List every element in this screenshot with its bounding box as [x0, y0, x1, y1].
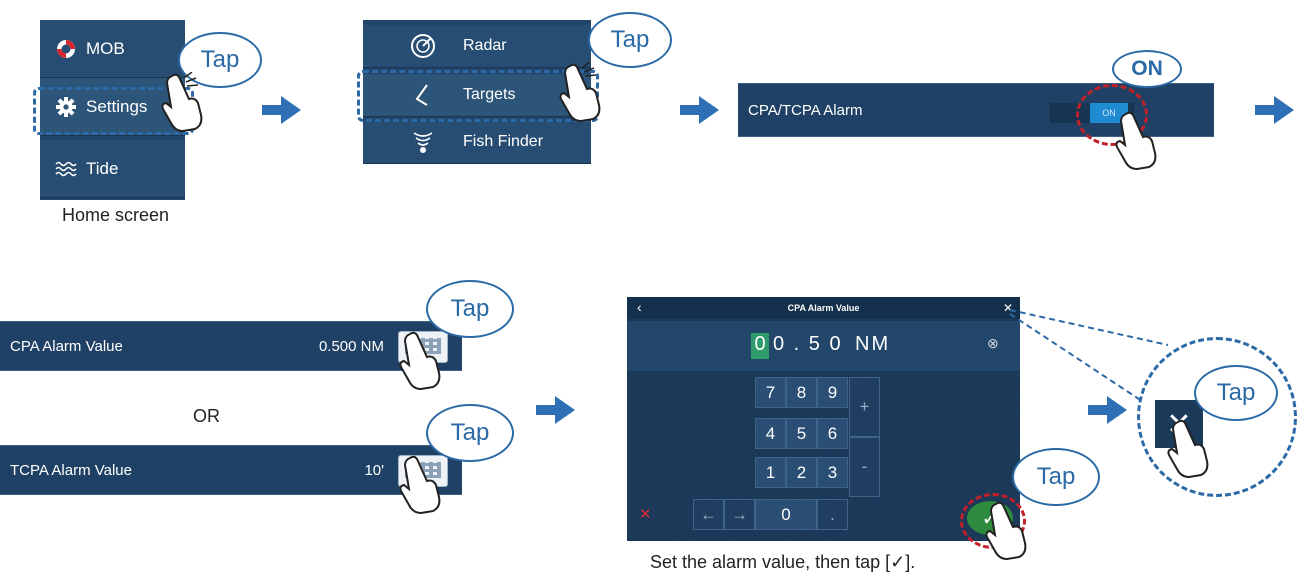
key-left[interactable]: ←	[693, 499, 724, 530]
back-button[interactable]: ‹	[637, 299, 642, 315]
hand-pointer-icon	[1115, 111, 1157, 170]
step-arrow-1	[262, 96, 302, 124]
waves-icon	[54, 157, 78, 181]
tcpa-alarm-value: 10'	[364, 461, 384, 479]
keypad-dialog: CPA Alarm Value ‹ ✕ 0 0 . 5 0 NM ⊗ 7 8 9…	[627, 297, 1020, 541]
step-arrow-5	[1088, 396, 1128, 424]
key-plus[interactable]: +	[849, 377, 880, 437]
step-arrow-4	[536, 396, 576, 424]
clear-entry-icon[interactable]: ⊗	[987, 335, 999, 352]
hand-pointer-icon	[399, 331, 441, 390]
keypad-title-bar: CPA Alarm Value	[627, 297, 1020, 319]
key-6[interactable]: 6	[817, 418, 848, 449]
cpa-tcpa-alarm-label: CPA/TCPA Alarm	[748, 101, 863, 119]
hand-pointer-icon	[559, 62, 601, 122]
key-3[interactable]: 3	[817, 457, 848, 488]
radar-icon	[403, 31, 443, 61]
tcpa-alarm-value-label: TCPA Alarm Value	[10, 461, 132, 479]
mob-button[interactable]: MOB	[40, 20, 185, 78]
key-5[interactable]: 5	[786, 418, 817, 449]
entry-digits: 0 . 5 0	[773, 333, 843, 355]
home-screen-caption: Home screen	[62, 205, 170, 225]
cpa-alarm-value: 0.500 NM	[318, 337, 384, 355]
mob-label: MOB	[86, 38, 125, 58]
tide-button[interactable]: Tide	[40, 140, 185, 198]
key-2[interactable]: 2	[786, 457, 817, 488]
keypad-title: CPA Alarm Value	[787, 303, 860, 313]
key-0[interactable]: 0	[755, 499, 817, 530]
key-1[interactable]: 1	[755, 457, 786, 488]
menu-item-fish-finder-label: Fish Finder	[463, 133, 544, 150]
key-7[interactable]: 7	[755, 377, 786, 408]
cpa-alarm-value-row[interactable]: CPA Alarm Value 0.500 NM	[0, 321, 462, 371]
tide-label: Tide	[86, 158, 119, 178]
step-arrow-2	[680, 96, 720, 124]
entry-cursor-digit: 0	[751, 333, 769, 359]
key-minus[interactable]: -	[849, 437, 880, 497]
bottom-caption: Set the alarm value, then tap [✓].	[650, 552, 916, 572]
hand-pointer-icon	[985, 501, 1027, 560]
menu-item-fish-finder[interactable]: Fish Finder	[363, 121, 591, 164]
tap-callout-2: Tap	[588, 12, 672, 68]
fish-finder-icon	[403, 127, 443, 157]
hand-pointer-icon	[399, 455, 441, 514]
entry-unit: NM	[855, 333, 891, 355]
tap-callout-6: Tap	[1194, 365, 1278, 421]
key-8[interactable]: 8	[786, 377, 817, 408]
tap-callout-5: Tap	[1012, 448, 1100, 506]
tcpa-alarm-value-row[interactable]: TCPA Alarm Value 10'	[0, 445, 462, 495]
key-9[interactable]: 9	[817, 377, 848, 408]
cancel-button[interactable]: ✕	[639, 505, 652, 523]
or-text: OR	[193, 406, 220, 426]
hand-pointer-icon	[1167, 419, 1209, 478]
cpa-alarm-value-label: CPA Alarm Value	[10, 337, 123, 355]
key-dot[interactable]: .	[817, 499, 848, 530]
key-right[interactable]: →	[724, 499, 755, 530]
menu-item-radar-label: Radar	[463, 37, 507, 54]
lifebuoy-icon	[54, 37, 78, 61]
hand-pointer-icon	[161, 72, 203, 132]
value-entry-field[interactable]: 0 0 . 5 0 NM ⊗	[627, 321, 1020, 371]
step-arrow-3	[1255, 96, 1295, 124]
key-4[interactable]: 4	[755, 418, 786, 449]
on-callout: ON	[1112, 50, 1182, 88]
